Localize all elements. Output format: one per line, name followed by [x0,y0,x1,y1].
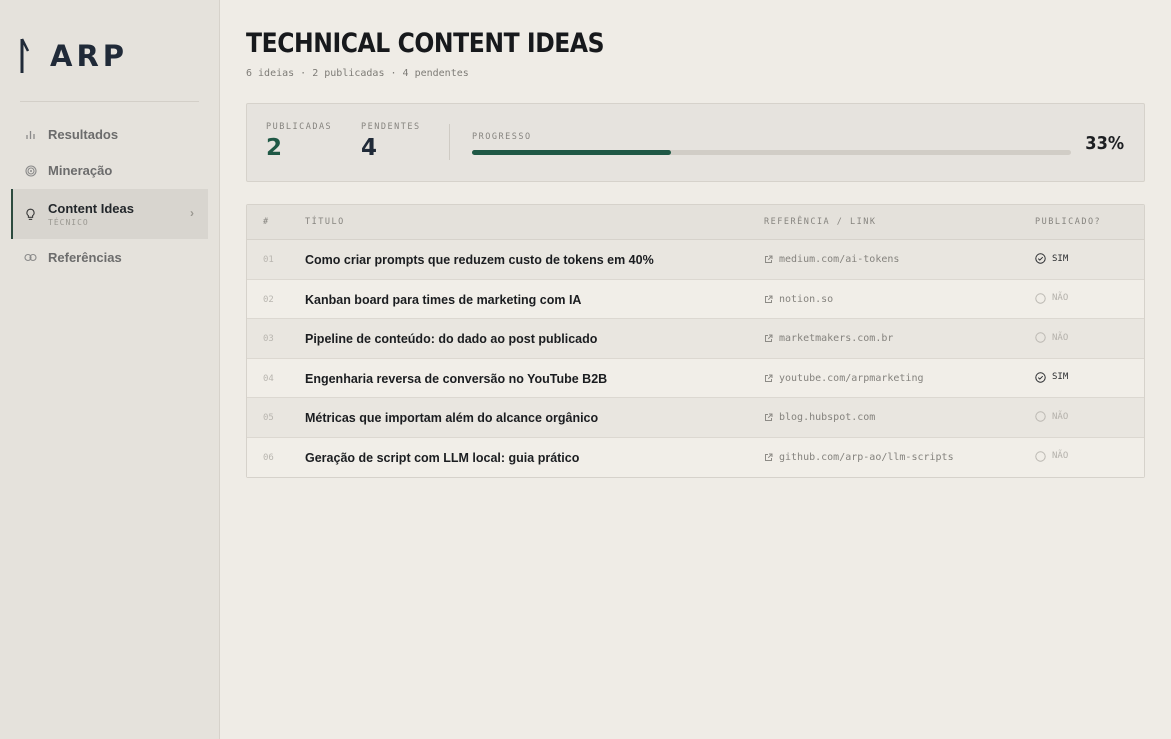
stat-published-value: 2 [266,135,283,161]
sidebar-item-resultados[interactable]: Resultados [11,117,208,152]
page-title: TECHNICAL CONTENT IDEAS [246,28,605,59]
table-header: # TÍTULO REFERÊNCIA / LINK PUBLICADO? [247,205,1144,240]
sidebar-item-referencias[interactable]: Referências [11,240,208,275]
row-published-toggle[interactable]: NÃO [1035,411,1068,422]
col-header-num: # [263,217,270,227]
check-circle-icon [1035,371,1046,383]
external-link-icon [765,295,773,303]
col-header-title: TÍTULO [305,217,345,227]
stat-pending: PENDENTES 4 [361,122,421,161]
external-link-icon [765,453,773,461]
sidebar-nav: Resultados Mineração Content Ideas TÉCNI… [11,117,208,276]
row-title[interactable]: Engenharia reversa de conversão no YouTu… [305,372,607,386]
logo-text: ARP [50,39,129,73]
row-reference-link[interactable]: github.com/arp-ao/llm-scripts [764,452,954,463]
row-published-toggle[interactable]: SIM [1035,253,1068,264]
sidebar-item-label: Resultados [48,127,119,142]
row-published-text: SIM [1052,372,1069,382]
external-link-icon [765,334,773,342]
page-subtitle: 6 ideias · 2 publicadas · 4 pendentes [246,68,469,79]
row-reference-text: youtube.com/arpmarketing [779,372,924,384]
sidebar-item-label: Mineração [48,163,113,178]
logo[interactable]: ARP [18,36,128,76]
check-circle-icon [1035,253,1046,264]
row-number: 02 [263,294,274,305]
external-link-icon [765,374,773,382]
row-published-text: NÃO [1052,332,1069,343]
sidebar: ARP Resultados Mineração Content Ideas T… [0,0,220,739]
row-published-text: NÃO [1052,451,1069,461]
row-published-toggle[interactable]: NÃO [1035,450,1069,462]
progress-label: PROGRESSO [472,132,532,142]
row-number: 04 [263,373,274,384]
ideas-table: # TÍTULO REFERÊNCIA / LINK PUBLICADO? 01… [246,204,1145,478]
row-reference-text: blog.hubspot.com [779,412,876,423]
stat-pending-value: 4 [361,135,378,161]
row-published-text: SIM [1052,253,1069,264]
sidebar-item-label: Content Ideas [48,201,134,216]
sidebar-item-content-ideas[interactable]: Content Ideas TÉCNICO › [11,189,208,239]
row-title[interactable]: Métricas que importam além do alcance or… [305,411,598,425]
table-row[interactable]: 03 Pipeline de conteúdo: do dado ao post … [247,319,1144,359]
stat-published-label: PUBLICADAS [266,122,333,132]
row-reference-link[interactable]: notion.so [764,294,833,305]
external-link-icon [765,413,773,421]
row-number: 01 [263,255,274,265]
row-reference-text: medium.com/ai-tokens [779,254,900,265]
row-title[interactable]: Geração de script com LLM local: guia pr… [305,451,579,465]
row-reference-link[interactable]: youtube.com/arpmarketing [764,373,924,384]
col-header-ref: REFERÊNCIA / LINK [764,217,877,227]
lightbulb-icon [24,208,37,221]
stats-divider [449,124,450,160]
table-row[interactable]: 06 Geração de script com LLM local: guia … [247,437,1144,477]
external-link-icon [765,255,773,263]
table-body: 01 Como criar prompts que reduzem custo d… [247,240,1144,477]
sidebar-divider [20,101,199,102]
row-title[interactable]: Kanban board para times de marketing com… [305,293,581,307]
row-number: 03 [263,334,274,344]
table-row[interactable]: 01 Como criar prompts que reduzem custo d… [247,240,1144,280]
row-published-toggle[interactable]: SIM [1035,371,1069,383]
row-number: 05 [263,413,274,423]
row-reference-link[interactable]: blog.hubspot.com [764,412,875,423]
row-published-toggle[interactable]: NÃO [1035,292,1069,304]
stats-panel: PUBLICADAS 2 PENDENTES 4 PROGRESSO 33% [246,103,1145,182]
empty-circle-icon [1035,332,1046,343]
table-row[interactable]: 05 Métricas que importam além do alcance … [247,398,1144,438]
sidebar-item-label: Referências [48,250,122,265]
row-title[interactable]: Como criar prompts que reduzem custo de … [305,253,654,267]
row-number: 06 [263,452,274,463]
row-title[interactable]: Pipeline de conteúdo: do dado ao post pu… [305,332,597,346]
empty-circle-icon [1035,411,1046,422]
col-header-published: PUBLICADO? [1035,217,1102,227]
empty-circle-icon [1035,292,1046,304]
progress-bar [472,150,1071,155]
row-reference-text: github.com/arp-ao/llm-scripts [779,451,954,463]
row-reference-link[interactable]: medium.com/ai-tokens [764,254,899,265]
row-published-text: NÃO [1052,293,1069,303]
progress-bar-fill [472,150,672,155]
progress-percent: 33% [1085,133,1124,154]
logo-mark-icon [20,38,30,73]
sidebar-item-sublabel: TÉCNICO [48,218,89,227]
stat-published: PUBLICADAS 2 [266,122,332,161]
chevron-right-icon: › [190,206,194,220]
table-row[interactable]: 02 Kanban board para times de marketing c… [247,279,1144,319]
row-reference-text: marketmakers.com.br [779,333,894,344]
table-row[interactable]: 04 Engenharia reversa de conversão no You… [247,358,1144,398]
empty-circle-icon [1035,450,1046,462]
row-reference-text: notion.so [779,293,834,305]
row-reference-link[interactable]: marketmakers.com.br [764,333,893,344]
stat-pending-label: PENDENTES [361,122,421,132]
link-icon [24,251,37,264]
sidebar-item-text: Content Ideas TÉCNICO [48,201,134,227]
sidebar-item-mineracao[interactable]: Mineração [11,153,208,188]
bar-chart-icon [24,128,37,141]
target-icon [24,164,37,177]
row-published-text: NÃO [1052,411,1069,422]
row-published-toggle[interactable]: NÃO [1035,332,1068,343]
